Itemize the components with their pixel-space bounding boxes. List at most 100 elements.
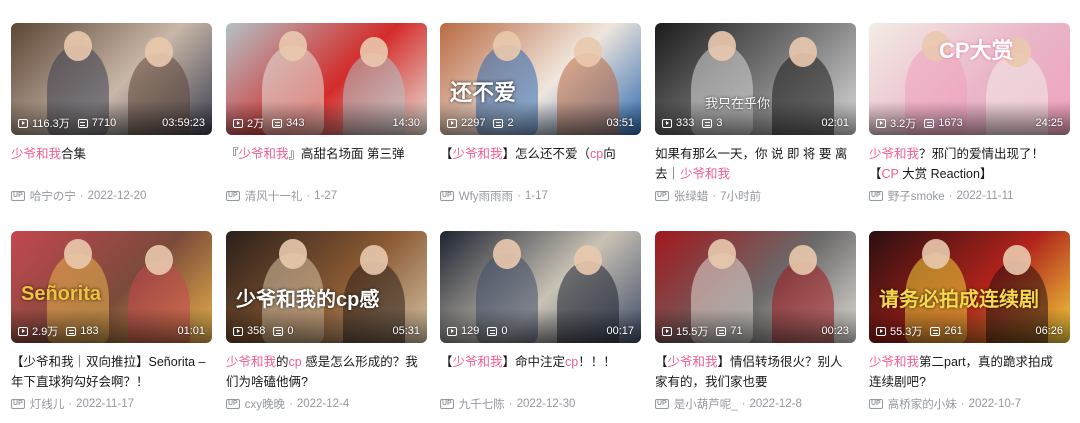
video-title[interactable]: 【少爷和我｜双向推拉】Señorita – 年下直球狗勾好会啊？！ [11, 352, 212, 392]
video-thumbnail[interactable]: 15.5万 71 00:23 [655, 231, 856, 343]
danmaku-icon [77, 118, 88, 128]
video-stats: 2297 2 03:51 [447, 116, 634, 130]
danmaku-icon [273, 326, 284, 336]
up-badge-icon: UP [11, 191, 25, 201]
video-title[interactable]: 如果有那么一天，你 说 即 将 要 离 去｜少爷和我 [655, 144, 856, 184]
video-duration: 00:17 [606, 325, 634, 337]
video-stats: 55.3万 261 06:26 [876, 324, 1063, 338]
view-count: 358 [233, 325, 265, 337]
danmaku-count-value: 0 [287, 325, 294, 337]
video-stats: 2万 343 14:30 [233, 116, 420, 130]
meta-separator: · [741, 398, 746, 410]
danmaku-count-value: 1673 [938, 117, 963, 129]
meta-separator: · [288, 398, 293, 410]
title-segment: 少爷和我 [680, 167, 731, 181]
person-head [279, 31, 307, 61]
video-card[interactable]: 还不爱 2297 2 03:51 【少爷和我】怎么还不爱（cp向 UP Wfy雨雨雨 · 1-1… [440, 23, 641, 204]
danmaku-count-value: 2 [507, 117, 514, 129]
view-count: 2万 [233, 115, 264, 131]
video-card[interactable]: Señorita 2.9万 183 01:01 【少爷和我｜双向推拉】Señorita … [11, 231, 212, 412]
person-head [64, 31, 92, 61]
video-title[interactable]: 少爷和我第二part，真的跪求拍成连续剧吧? [869, 352, 1070, 392]
video-thumbnail[interactable]: 116.3万 7710 03:59:23 [11, 23, 212, 135]
video-stats: 116.3万 7710 03:59:23 [18, 116, 205, 130]
video-thumbnail[interactable]: 我只在乎你333302:01 [655, 23, 856, 135]
video-card[interactable]: 我只在乎你333302:01 如果有那么一天，你 说 即 将 要 离 去｜少爷和我… [655, 23, 856, 204]
danmaku-count: 2 [493, 117, 514, 129]
video-title[interactable]: 少爷和我合集 [11, 144, 212, 184]
video-thumbnail[interactable]: 请务必拍成连续剧 55.3万 261 06:26 [869, 231, 1070, 343]
video-thumbnail[interactable]: CP大赏 3.2万 1673 24:25 [869, 23, 1070, 135]
uploader-name[interactable]: 是小葫芦呢_ [674, 396, 738, 412]
uploader-name[interactable]: 九千七陈 [459, 396, 505, 412]
video-thumbnail[interactable]: 2万 343 14:30 [226, 23, 427, 135]
video-thumbnail[interactable]: 还不爱 2297 2 03:51 [440, 23, 641, 135]
video-title[interactable]: 【少爷和我】情侣转场很火？别人家有的，我们家也要 [655, 352, 856, 392]
person-head [708, 31, 736, 61]
person-head [64, 239, 92, 269]
danmaku-count-value: 71 [730, 325, 743, 337]
view-count: 2.9万 [18, 323, 58, 339]
video-title[interactable]: 少爷和我的cp 感是怎么形成的？我们为啥磕他俩? [226, 352, 427, 392]
uploader-name[interactable]: 张绿蜡 [674, 188, 709, 204]
video-thumbnail[interactable]: 129 0 00:17 [440, 231, 641, 343]
uploader-name[interactable]: cxy晚晚 [245, 396, 285, 412]
danmaku-count: 183 [66, 325, 99, 337]
video-title[interactable]: 少爷和我？邪门的爱情出现了！【CP 大赏 Reaction】 [869, 144, 1070, 184]
uploader-name[interactable]: 哈宁の宁 [30, 188, 76, 204]
title-segment: 少爷和我 [11, 147, 62, 161]
play-icon [662, 326, 672, 336]
video-thumbnail[interactable]: 少爷和我的cp感 358 0 05:31 [226, 231, 427, 343]
video-title[interactable]: 『少爷和我』高甜名场面 第三弹 [226, 144, 427, 184]
view-count: 15.5万 [662, 323, 708, 339]
video-thumbnail[interactable]: Señorita 2.9万 183 01:01 [11, 231, 212, 343]
up-badge-icon: UP [655, 191, 669, 201]
thumbnail-caption: 请务必拍成连续剧 [879, 289, 1039, 311]
video-meta: UP cxy晚晚 · 2022-12-4 [226, 396, 427, 412]
uploader-name[interactable]: 清风十一礼 [245, 188, 303, 204]
video-card[interactable]: 15.5万 71 00:23 【少爷和我】情侣转场很火？别人家有的，我们家也要 UP 是小… [655, 231, 856, 412]
title-segment: 【少爷和我｜双向推拉】Señorita – 年下直球狗勾好会啊？！ [11, 355, 206, 389]
play-icon [233, 326, 243, 336]
person-head [279, 239, 307, 269]
video-card[interactable]: 129 0 00:17 【少爷和我】命中注定cp！！！ UP 九千七陈 · 2022-12-3… [440, 231, 641, 412]
video-duration: 06:26 [1035, 325, 1063, 337]
title-segment: cp [288, 355, 302, 369]
thumbnail-caption: Señorita [21, 283, 102, 305]
title-segment: 少爷和我 [452, 147, 503, 161]
title-segment: 【 [440, 147, 453, 161]
title-segment: 少爷和我 [226, 355, 277, 369]
video-title[interactable]: 【少爷和我】命中注定cp！！！ [440, 352, 641, 392]
title-segment: 』高甜名场面 第三弹 [288, 147, 405, 161]
title-segment: 少爷和我 [869, 355, 920, 369]
meta-separator: · [508, 398, 513, 410]
video-duration: 03:59:23 [162, 117, 205, 129]
person-head [922, 239, 950, 269]
up-badge-icon: UP [11, 399, 25, 409]
video-card[interactable]: CP大赏 3.2万 1673 24:25 少爷和我？邪门的爱情出现了！【CP 大赏 Re… [869, 23, 1070, 204]
view-count-value: 358 [247, 325, 266, 337]
video-meta: UP 野子smoke · 2022-11-11 [869, 188, 1070, 204]
danmaku-icon [272, 118, 283, 128]
uploader-name[interactable]: 灯线儿 [30, 396, 65, 412]
video-title[interactable]: 【少爷和我】怎么还不爱（cp向 [440, 144, 641, 184]
video-card[interactable]: 请务必拍成连续剧 55.3万 261 06:26 少爷和我第二part，真的跪求拍成连续… [869, 231, 1070, 412]
up-badge-icon: UP [869, 191, 883, 201]
person-head [493, 239, 521, 269]
play-icon [876, 118, 886, 128]
uploader-name[interactable]: 高桥家的小妹 [888, 396, 957, 412]
title-segment: ！！！ [578, 355, 616, 369]
meta-separator: · [948, 190, 953, 202]
video-card[interactable]: 116.3万 7710 03:59:23 少爷和我合集 UP 哈宁の宁 · 2022-12-2… [11, 23, 212, 204]
title-segment: 大赏 Reaction】 [898, 167, 993, 181]
upload-date: 1-17 [524, 190, 548, 202]
video-card[interactable]: 2万 343 14:30 『少爷和我』高甜名场面 第三弹 UP 清风十一礼 · 1-27 [226, 23, 427, 204]
title-segment: 少爷和我 [667, 355, 718, 369]
uploader-name[interactable]: Wfy雨雨雨 [459, 188, 513, 204]
uploader-name[interactable]: 野子smoke [888, 188, 945, 204]
video-duration: 24:25 [1035, 117, 1063, 129]
video-meta: UP 哈宁の宁 · 2022-12-20 [11, 188, 212, 204]
view-count-value: 3.2万 [890, 118, 917, 130]
up-badge-icon: UP [655, 399, 669, 409]
video-card[interactable]: 少爷和我的cp感 358 0 05:31 少爷和我的cp 感是怎么形成的？我们为啥磕他俩… [226, 231, 427, 412]
